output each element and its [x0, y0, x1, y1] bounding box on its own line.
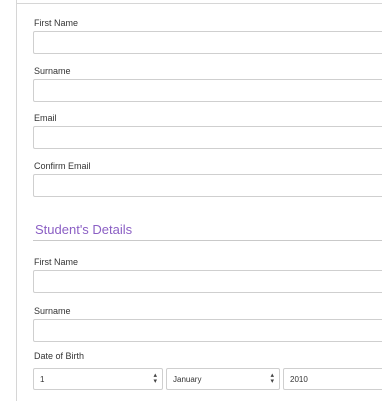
student-surname-input[interactable] [33, 319, 382, 342]
form-top-border [17, 0, 382, 4]
section-divider [33, 240, 382, 241]
dob-day-select[interactable]: 1 ▴ ▾ [33, 368, 163, 390]
first-name-label: First Name [34, 18, 79, 28]
students-details-heading: Student's Details [35, 222, 133, 237]
email-input[interactable] [33, 126, 382, 149]
student-surname-label: Surname [34, 306, 71, 316]
updown-chevron-icon: ▴ ▾ [270, 372, 274, 385]
student-first-name-label: First Name [34, 257, 79, 267]
first-name-input[interactable] [33, 31, 382, 54]
confirm-email-input[interactable] [33, 174, 382, 197]
dob-year-select[interactable]: 2010 ▴▾ [283, 368, 382, 390]
registration-form: First Name Surname Email Confirm Email S… [16, 0, 382, 401]
surname-input[interactable] [33, 79, 382, 102]
dob-month-select[interactable]: January ▴ ▾ [166, 368, 280, 390]
email-label: Email [34, 113, 57, 123]
student-first-name-input[interactable] [33, 270, 382, 293]
dob-day-value: 1 [40, 375, 45, 384]
dob-year-value: 2010 [290, 375, 308, 384]
updown-chevron-icon: ▴ ▾ [153, 372, 157, 385]
date-of-birth-label: Date of Birth [34, 351, 85, 361]
surname-label: Surname [34, 66, 71, 76]
confirm-email-label: Confirm Email [34, 161, 91, 171]
dob-month-value: January [173, 375, 202, 384]
